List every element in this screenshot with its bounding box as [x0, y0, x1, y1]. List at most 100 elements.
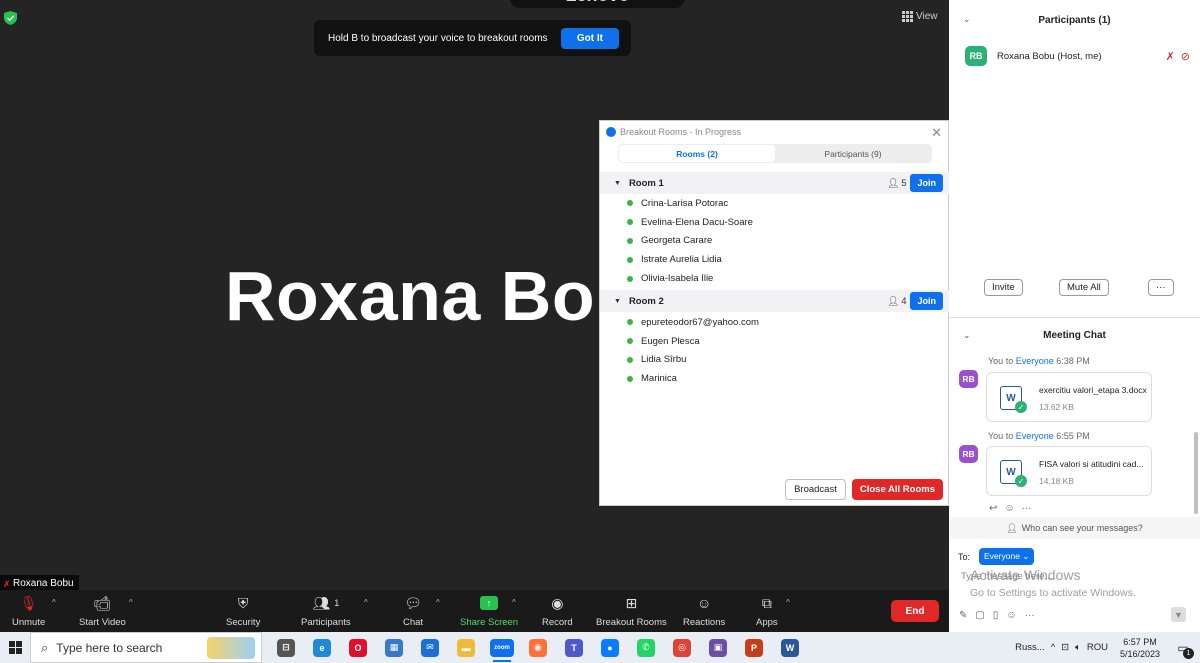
- chevron-up-icon[interactable]: ^: [52, 598, 56, 607]
- member-name: Istrate Aurelia Lidia: [641, 254, 722, 266]
- list-item: Marinica: [627, 369, 759, 388]
- emoji-icon[interactable]: ☺: [1004, 503, 1014, 514]
- notification-center-icon[interactable]: ▭ 1: [1172, 637, 1194, 659]
- chevron-down-icon[interactable]: ⌄: [963, 330, 971, 341]
- broadcast-banner: Hold B to broadcast your voice to breako…: [314, 20, 631, 56]
- start-button[interactable]: [0, 641, 30, 654]
- dialog-footer: Broadcast Close All Rooms: [785, 479, 943, 500]
- more-icon[interactable]: ···: [1022, 503, 1032, 514]
- language-indicator[interactable]: ROU: [1087, 642, 1108, 653]
- taskbar-app-save-app[interactable]: ▣: [704, 634, 732, 662]
- apps-button[interactable]: ⧉ ^ Apps: [756, 594, 790, 629]
- screenshot-icon[interactable]: ▢: [975, 610, 984, 621]
- taskbar-app-word[interactable]: W: [776, 634, 804, 662]
- join-room-2-button[interactable]: Join: [910, 292, 943, 310]
- share-screen-button[interactable]: ↑ ^ Share Screen: [460, 594, 518, 628]
- file-attachment[interactable]: W ✓ FISA valori si atitudini cad... 14.1…: [986, 446, 1152, 496]
- tab-rooms[interactable]: Rooms (2): [619, 145, 775, 162]
- taskbar-app-whatsapp[interactable]: ✆: [632, 634, 660, 662]
- recipient-select[interactable]: Everyone ⌄: [979, 548, 1035, 565]
- video-off-icon: ⊘: [1180, 50, 1190, 63]
- mute-all-button[interactable]: Mute All: [1059, 278, 1109, 296]
- network-icon[interactable]: ⊡: [1061, 642, 1069, 653]
- edge-icon: e: [313, 638, 331, 657]
- chat-scrollbar[interactable]: [1194, 432, 1198, 514]
- collapse-triangle-icon[interactable]: ▼: [614, 180, 621, 187]
- got-it-button[interactable]: Got It: [560, 27, 619, 49]
- shield-icon: ⛨: [237, 594, 249, 611]
- windows-taskbar: ⌕ Type here to search ⊟ e O ▦ ✉ ▬ zoom ◉ T ● ✆ ◎ ▣ P W…: [0, 632, 1200, 663]
- apps-icon: ⧉: [761, 594, 772, 611]
- unmute-button[interactable]: 🎙︎ ^ Unmute: [12, 594, 56, 629]
- share-screen-label: Share Screen: [460, 617, 519, 628]
- taskbar-app-mail[interactable]: ✉: [416, 634, 444, 662]
- taskbar-app-task-view[interactable]: ⊟: [272, 634, 300, 662]
- breakout-rooms-button[interactable]: ⊞ Breakout Rooms: [596, 594, 667, 629]
- chat-title: Meeting Chat: [1043, 329, 1106, 341]
- chevron-up-icon[interactable]: ^: [786, 598, 790, 607]
- invite-button[interactable]: Invite: [984, 278, 1023, 296]
- taskbar-app-powerpoint[interactable]: P: [740, 634, 768, 662]
- taskbar-search[interactable]: ⌕ Type here to search: [30, 632, 262, 663]
- taskbar-app-teams[interactable]: T: [560, 634, 588, 662]
- unmute-label: Unmute: [12, 617, 46, 628]
- end-meeting-button[interactable]: End: [891, 600, 939, 622]
- view-button[interactable]: View: [902, 11, 938, 22]
- participants-button[interactable]: 👥︎ 1 ^ Participants: [301, 594, 368, 629]
- security-button[interactable]: ⛨ Security: [226, 594, 260, 629]
- chevron-up-icon[interactable]: ^: [1051, 642, 1055, 653]
- app-tray-item[interactable]: Russ...: [1015, 642, 1045, 653]
- taskbar-app-firefox[interactable]: ◉: [524, 634, 552, 662]
- chevron-up-icon[interactable]: ^: [364, 598, 368, 607]
- chevron-up-icon[interactable]: ^: [512, 598, 516, 607]
- chevron-up-icon[interactable]: ^: [436, 598, 440, 607]
- participant-row[interactable]: RB Roxana Bobu (Host, me) ✗ ⊘: [949, 40, 1200, 72]
- record-button[interactable]: ◉ Record: [542, 594, 573, 629]
- message-recipient[interactable]: Everyone: [1016, 356, 1054, 366]
- collapse-triangle-icon[interactable]: ▼: [614, 298, 621, 305]
- avatar: RB: [959, 370, 978, 388]
- room-header-room-1[interactable]: ▼ Room 1 👤︎ 5 Join: [600, 172, 949, 194]
- reactions-button[interactable]: ☺ Reactions: [683, 594, 725, 628]
- tab-participants[interactable]: Participants (9): [775, 145, 931, 162]
- taskbar-app-chrome[interactable]: ◎: [668, 634, 696, 662]
- muted-mic-icon: ✗: [1165, 50, 1175, 63]
- more-options-button[interactable]: ···: [1148, 278, 1174, 296]
- reply-icon[interactable]: ↩: [989, 503, 997, 514]
- who-can-see-link[interactable]: 👤︎ Who can see your messages?: [949, 517, 1200, 539]
- message-recipient[interactable]: Everyone: [1016, 431, 1054, 441]
- taskbar-app-file-explorer[interactable]: ▬: [452, 634, 480, 662]
- banner-text: Hold B to broadcast your voice to breako…: [328, 32, 548, 44]
- file-icon[interactable]: ▯: [993, 610, 999, 621]
- close-all-rooms-button[interactable]: Close All Rooms: [851, 479, 943, 500]
- file-attachment[interactable]: W ✓ exercitiu valori_etapa 3.docx 13.62 …: [986, 372, 1152, 422]
- member-name: Georgeta Carare: [641, 235, 713, 247]
- breakout-rooms-icon: ⊞: [625, 594, 638, 611]
- chat-button[interactable]: 💬︎ ^ Chat: [403, 594, 440, 629]
- volume-icon[interactable]: 🔈︎: [1075, 642, 1081, 653]
- join-room-1-button[interactable]: Join: [910, 174, 943, 192]
- start-video-button[interactable]: 📹︎ ^ Start Video: [79, 594, 133, 629]
- room-1-members: Crina-Larisa Potorac Evelina-Elena Dacu-…: [627, 194, 753, 288]
- broadcast-button[interactable]: Broadcast: [785, 479, 846, 500]
- chat-label: Chat: [403, 617, 424, 628]
- status-dot: [627, 319, 633, 326]
- message-prefix: You to: [988, 356, 1014, 366]
- taskbar-clock[interactable]: 6:57 PM 5/16/2023: [1120, 636, 1160, 660]
- taskbar-app-edge[interactable]: e: [308, 634, 336, 662]
- reactions-label: Reactions: [683, 617, 726, 628]
- taskbar-app-opera[interactable]: O: [344, 634, 372, 662]
- more-icon[interactable]: ···: [1025, 610, 1035, 621]
- format-icon[interactable]: ✎: [959, 610, 967, 621]
- taskbar-app-zoom[interactable]: zoom: [488, 634, 516, 662]
- taskbar-app-store[interactable]: ▦: [380, 634, 408, 662]
- chevron-up-icon[interactable]: ^: [129, 598, 133, 607]
- send-icon[interactable]: ▼: [1171, 607, 1186, 622]
- chevron-down-icon[interactable]: ⌄: [963, 14, 971, 25]
- meeting-toolbar: 🎙︎ ^ Unmute 📹︎ ^ Start Video ⛨ Security …: [0, 590, 949, 632]
- close-icon[interactable]: ✕: [931, 125, 942, 141]
- participants-count: 1: [334, 598, 340, 608]
- emoji-icon[interactable]: ☺: [1006, 610, 1016, 621]
- taskbar-app-messenger[interactable]: ●: [596, 634, 624, 662]
- room-header-room-2[interactable]: ▼ Room 2 👤︎ 4 Join: [600, 290, 949, 312]
